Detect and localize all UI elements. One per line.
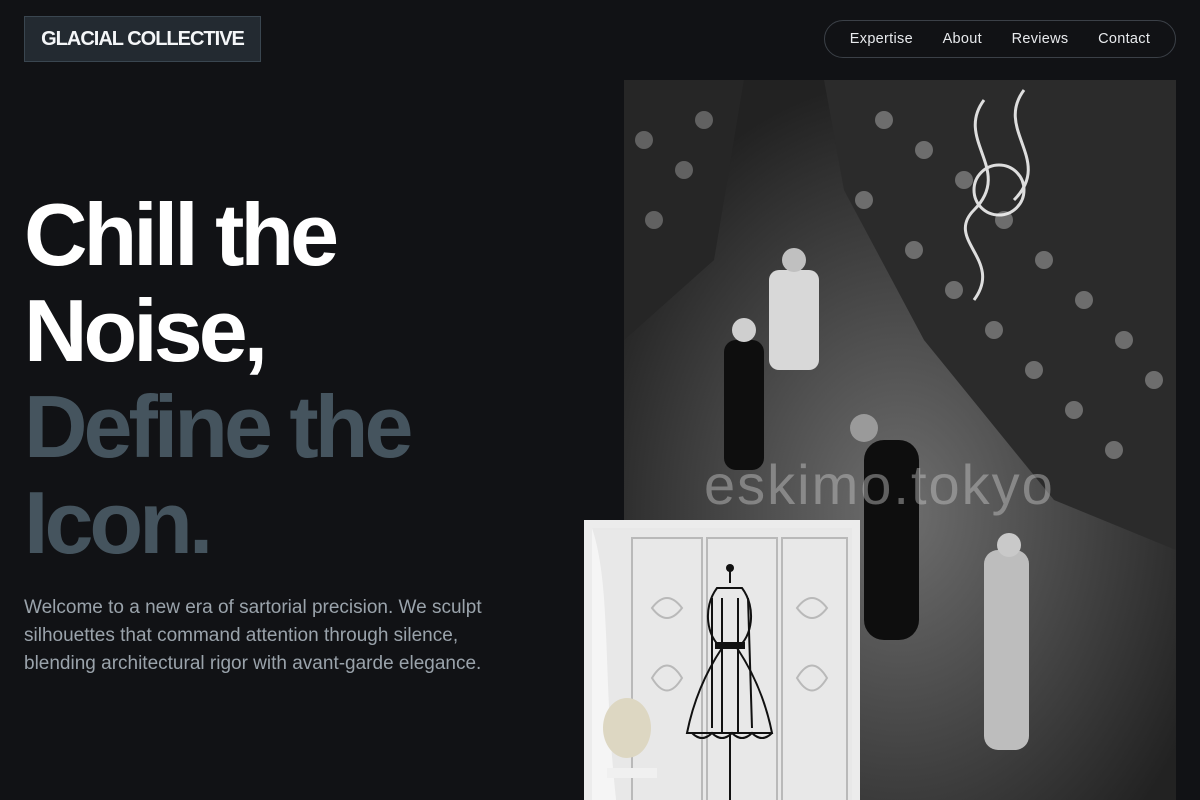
nav-contact[interactable]: Contact (1098, 31, 1150, 47)
main-nav: Expertise About Reviews Contact (824, 20, 1176, 58)
mannequin-photo (584, 520, 860, 800)
headline-line-2: Noise, (24, 281, 268, 380)
hero-intro: Welcome to a new era of sartorial precis… (24, 597, 482, 674)
nav-about[interactable]: About (943, 31, 982, 47)
page: GLACIAL COLLECTIVE Expertise About Revie… (0, 0, 1200, 800)
runway-watermark: eskimo.tokyo (704, 453, 1055, 516)
headline-line-1: Chill the (24, 185, 339, 284)
headline-line-3: Define the (24, 377, 413, 476)
hero-headline: Chill the Noise, Define the Icon. (24, 185, 413, 572)
mannequin-photo-art (592, 528, 852, 800)
headline-line-4: Icon. (24, 473, 213, 572)
logo[interactable]: GLACIAL COLLECTIVE (24, 16, 261, 62)
nav-reviews[interactable]: Reviews (1012, 31, 1069, 47)
nav-expertise[interactable]: Expertise (850, 31, 913, 47)
